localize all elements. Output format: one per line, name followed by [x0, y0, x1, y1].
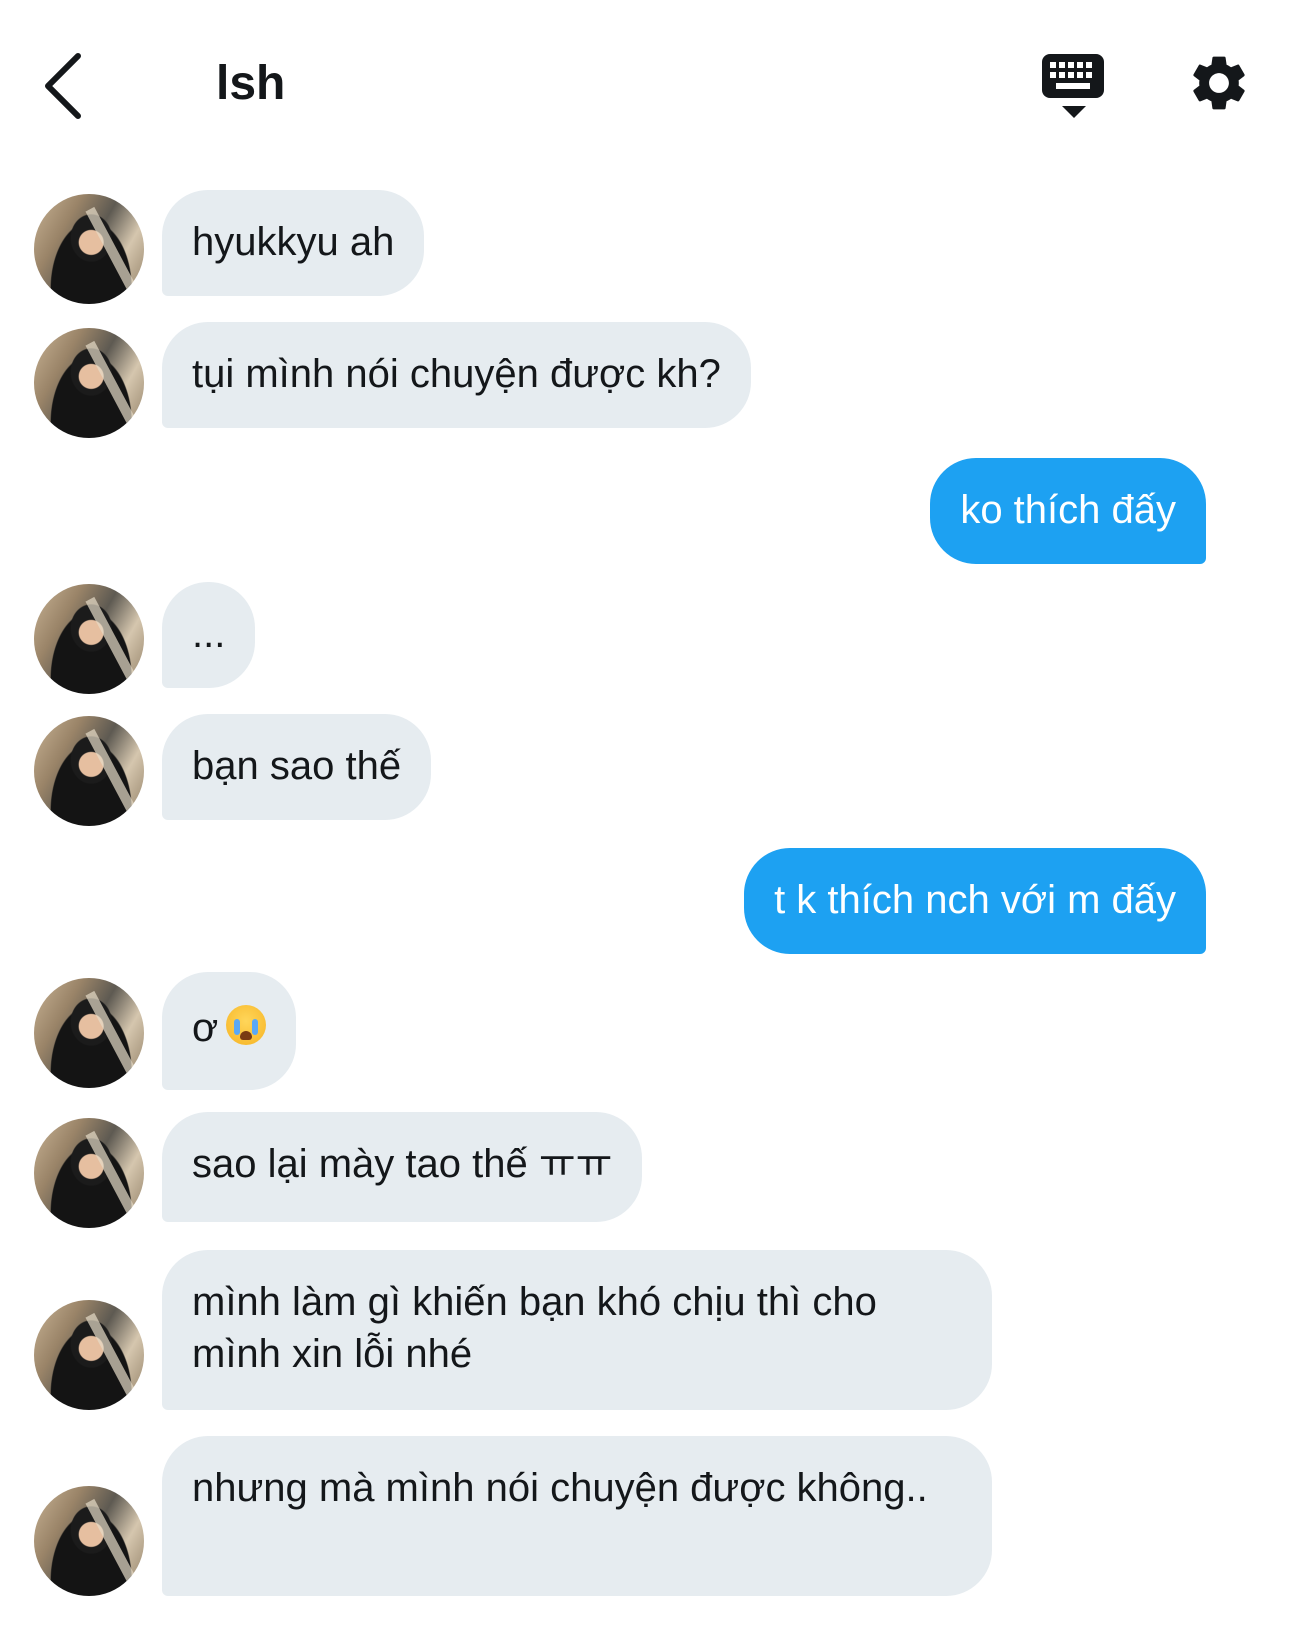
incoming-message-bubble[interactable]: bạn sao thế — [162, 714, 432, 820]
crying-face-emoji — [226, 1005, 267, 1045]
incoming-message-bubble[interactable]: ... — [162, 582, 256, 688]
message-row: sao lại mày tao thế ㅠㅠ — [0, 1112, 1290, 1228]
avatar[interactable] — [34, 584, 144, 694]
message-row: ko thích đấy — [0, 458, 1290, 568]
message-row: bạn sao thế — [0, 714, 1290, 826]
incoming-message-bubble[interactable]: hyukkyu ah — [162, 190, 425, 296]
conversation-title: lsh — [216, 57, 286, 110]
chevron-left-icon — [45, 53, 81, 119]
incoming-message-bubble[interactable]: tụi mình nói chuyện được kh? — [162, 322, 751, 428]
message-row: t k thích nch với m đấy — [0, 848, 1290, 958]
message-row: nhưng mà mình nói chuyện được không.. — [0, 1436, 1290, 1596]
back-button[interactable] — [36, 46, 100, 126]
incoming-message-bubble[interactable]: mình làm gì khiến bạn khó chịu thì cho m… — [162, 1250, 992, 1410]
message-text: ơ — [192, 1006, 219, 1050]
message-row: mình làm gì khiến bạn khó chịu thì cho m… — [0, 1250, 1290, 1410]
avatar[interactable] — [34, 978, 144, 1088]
keyboard-icon — [1042, 54, 1104, 118]
avatar[interactable] — [34, 1486, 144, 1596]
incoming-message-bubble[interactable]: sao lại mày tao thế ㅠㅠ — [162, 1112, 643, 1222]
avatar[interactable] — [34, 1118, 144, 1228]
chat-header: lsh — [0, 0, 1290, 170]
avatar[interactable] — [34, 716, 144, 826]
outgoing-message-bubble[interactable]: ko thích đấy — [930, 458, 1206, 564]
chat-screen: lsh hyukkyu ah tụi mình nói chuyện được … — [0, 0, 1290, 1632]
outgoing-message-bubble[interactable]: t k thích nch với m đấy — [744, 848, 1206, 954]
keyboard-button[interactable] — [1040, 52, 1108, 122]
incoming-message-bubble[interactable]: nhưng mà mình nói chuyện được không.. — [162, 1436, 992, 1596]
message-row: ơ — [0, 972, 1290, 1090]
message-row: tụi mình nói chuyện được kh? — [0, 322, 1290, 438]
message-row: hyukkyu ah — [0, 186, 1290, 304]
avatar[interactable] — [34, 1300, 144, 1410]
avatar[interactable] — [34, 328, 144, 438]
gear-icon — [1193, 56, 1245, 110]
incoming-message-bubble[interactable]: ơ — [162, 972, 297, 1090]
avatar[interactable] — [34, 194, 144, 304]
settings-button[interactable] — [1186, 50, 1252, 116]
message-row: ... — [0, 582, 1290, 694]
